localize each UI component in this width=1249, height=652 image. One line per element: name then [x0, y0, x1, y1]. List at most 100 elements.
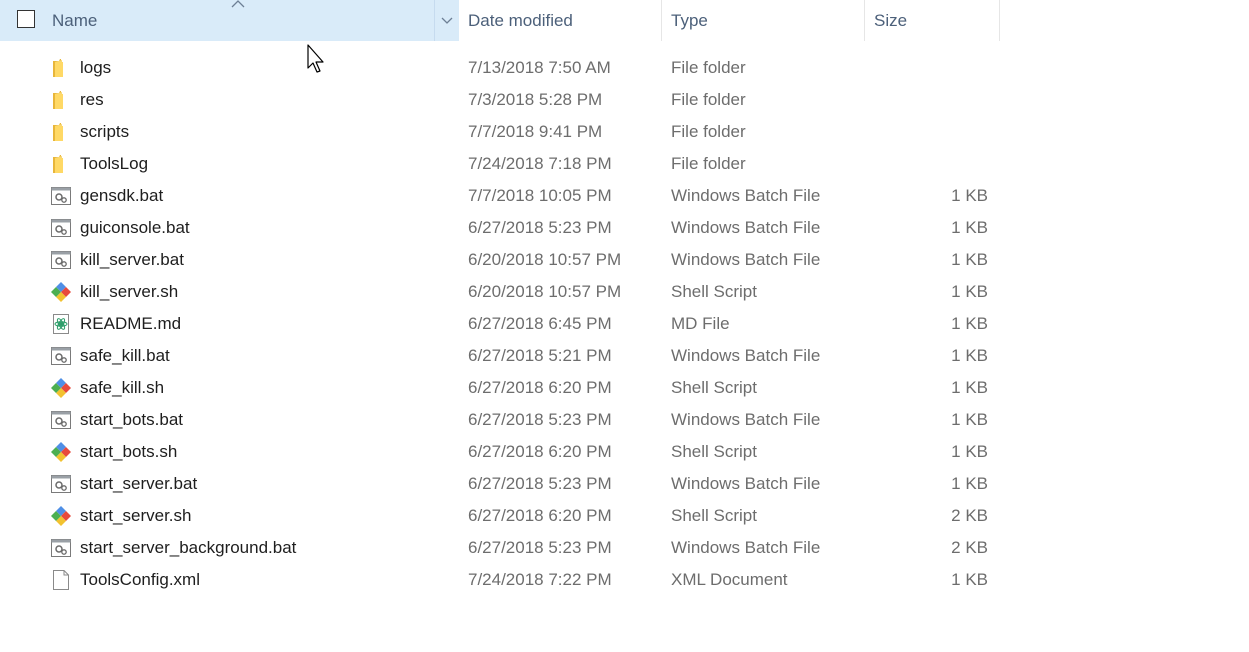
- markdown-file-icon: [50, 313, 72, 335]
- file-row[interactable]: start_server_background.bat 6/27/2018 5:2…: [0, 532, 1249, 564]
- batch-file-icon: [50, 345, 72, 367]
- file-size: 1 KB: [951, 378, 988, 397]
- file-type: Windows Batch File: [671, 538, 821, 557]
- folder-icon: [50, 153, 72, 175]
- file-date-modified: 6/27/2018 6:20 PM: [468, 378, 612, 397]
- mouse-cursor-icon: [307, 44, 324, 73]
- file-size: 1 KB: [951, 282, 988, 301]
- column-filter-dropdown[interactable]: [434, 0, 459, 41]
- column-header-size-label: Size: [874, 10, 908, 30]
- file-list: logs 7/13/2018 7:50 AM File folder res 7/3/2…: [0, 52, 1249, 596]
- file-size: 1 KB: [951, 474, 988, 493]
- file-row[interactable]: start_bots.bat 6/27/2018 5:23 PM Windows B…: [0, 404, 1249, 436]
- file-name: start_server.sh: [80, 506, 192, 525]
- file-size: 1 KB: [951, 218, 988, 237]
- column-header-name[interactable]: Name: [0, 0, 459, 41]
- file-row[interactable]: ToolsLog 7/24/2018 7:18 PM File folder: [0, 148, 1249, 180]
- file-date-modified: 6/27/2018 5:23 PM: [468, 410, 612, 429]
- select-all-checkbox[interactable]: [17, 10, 35, 28]
- xml-file-icon: [50, 569, 72, 591]
- shell-script-icon: [50, 377, 72, 399]
- file-name: logs: [80, 58, 112, 77]
- file-type: File folder: [671, 122, 746, 141]
- file-row[interactable]: start_bots.sh 6/27/2018 6:20 PM Shell Scri…: [0, 436, 1249, 468]
- file-type: Shell Script: [671, 506, 757, 525]
- file-size: 2 KB: [951, 506, 988, 525]
- batch-file-icon: [50, 409, 72, 431]
- file-type: Shell Script: [671, 282, 757, 301]
- file-type: File folder: [671, 154, 746, 173]
- file-size: 1 KB: [951, 250, 988, 269]
- file-date-modified: 6/27/2018 5:23 PM: [468, 474, 612, 493]
- batch-file-icon: [50, 249, 72, 271]
- batch-file-icon: [50, 473, 72, 495]
- folder-icon: [50, 89, 72, 111]
- column-header-date-modified[interactable]: Date modified: [459, 0, 662, 41]
- file-row[interactable]: safe_kill.bat 6/27/2018 5:21 PM Windows Ba…: [0, 340, 1249, 372]
- file-type: Windows Batch File: [671, 250, 821, 269]
- file-type: Windows Batch File: [671, 474, 821, 493]
- file-type: File folder: [671, 90, 746, 109]
- file-type: File folder: [671, 58, 746, 77]
- file-date-modified: 7/7/2018 10:05 PM: [468, 186, 612, 205]
- file-row[interactable]: start_server.sh 6/27/2018 6:20 PM Shell Sc…: [0, 500, 1249, 532]
- chevron-down-icon: [441, 17, 453, 24]
- file-type: Shell Script: [671, 442, 757, 461]
- file-date-modified: 6/20/2018 10:57 PM: [468, 282, 622, 301]
- file-type: MD File: [671, 314, 730, 333]
- file-name: start_server.bat: [80, 474, 198, 493]
- folder-icon: [50, 121, 72, 143]
- file-name: kill_server.bat: [80, 250, 184, 269]
- file-row[interactable]: ToolsConfig.xml 7/24/2018 7:22 PM XML Docu…: [0, 564, 1249, 596]
- batch-file-icon: [50, 537, 72, 559]
- column-header-date-label: Date modified: [468, 10, 573, 30]
- column-header-type[interactable]: Type: [662, 0, 865, 41]
- file-name: start_bots.bat: [80, 410, 184, 429]
- file-name: safe_kill.sh: [80, 378, 165, 397]
- file-row[interactable]: start_server.bat 6/27/2018 5:23 PM Windows…: [0, 468, 1249, 500]
- file-date-modified: 6/27/2018 6:20 PM: [468, 442, 612, 461]
- file-size: 2 KB: [951, 538, 988, 557]
- file-name: start_bots.sh: [80, 442, 178, 461]
- file-date-modified: 6/27/2018 5:23 PM: [468, 218, 612, 237]
- file-row[interactable]: scripts 7/7/2018 9:41 PM File folder: [0, 116, 1249, 148]
- shell-script-icon: [50, 281, 72, 303]
- file-row[interactable]: kill_server.sh 6/20/2018 10:57 PM Shell Sc…: [0, 276, 1249, 308]
- file-date-modified: 6/27/2018 6:45 PM: [468, 314, 612, 333]
- file-type: Windows Batch File: [671, 346, 821, 365]
- file-date-modified: 6/27/2018 6:20 PM: [468, 506, 612, 525]
- file-row[interactable]: safe_kill.sh 6/27/2018 6:20 PM Shell Scrip…: [0, 372, 1249, 404]
- file-name: scripts: [80, 122, 130, 141]
- shell-script-icon: [50, 505, 72, 527]
- file-row[interactable]: logs 7/13/2018 7:50 AM File folder: [0, 52, 1249, 84]
- file-size: 1 KB: [951, 186, 988, 205]
- file-date-modified: 6/27/2018 5:23 PM: [468, 538, 612, 557]
- file-row[interactable]: README.md 6/27/2018 6:45 PM MD File 1 KB: [0, 308, 1249, 340]
- file-name: res: [80, 90, 104, 109]
- batch-file-icon: [50, 185, 72, 207]
- column-header-name-label: Name: [52, 11, 98, 30]
- file-type: Shell Script: [671, 378, 757, 397]
- file-row[interactable]: guiconsole.bat 6/27/2018 5:23 PM Windows B…: [0, 212, 1249, 244]
- file-type: Windows Batch File: [671, 186, 821, 205]
- file-row[interactable]: res 7/3/2018 5:28 PM File folder: [0, 84, 1249, 116]
- column-header-size[interactable]: Size: [865, 0, 1000, 41]
- file-row[interactable]: kill_server.bat 6/20/2018 10:57 PM Windows…: [0, 244, 1249, 276]
- file-type: Windows Batch File: [671, 218, 821, 237]
- file-type: XML Document: [671, 570, 788, 589]
- file-name: README.md: [80, 314, 182, 333]
- shell-script-icon: [50, 441, 72, 463]
- file-name: start_server_background.bat: [80, 538, 297, 557]
- file-type: Windows Batch File: [671, 410, 821, 429]
- file-name: ToolsLog: [80, 154, 149, 173]
- file-size: 1 KB: [951, 570, 988, 589]
- file-name: safe_kill.bat: [80, 346, 170, 365]
- column-header-bar: Name Date modified Type Size: [0, 0, 1249, 42]
- file-row[interactable]: gensdk.bat 7/7/2018 10:05 PM Windows Batch…: [0, 180, 1249, 212]
- file-size: 1 KB: [951, 314, 988, 333]
- file-date-modified: 6/27/2018 5:21 PM: [468, 346, 612, 365]
- file-date-modified: 7/13/2018 7:50 AM: [468, 58, 611, 77]
- file-name: guiconsole.bat: [80, 218, 190, 237]
- file-size: 1 KB: [951, 410, 988, 429]
- file-name: gensdk.bat: [80, 186, 164, 205]
